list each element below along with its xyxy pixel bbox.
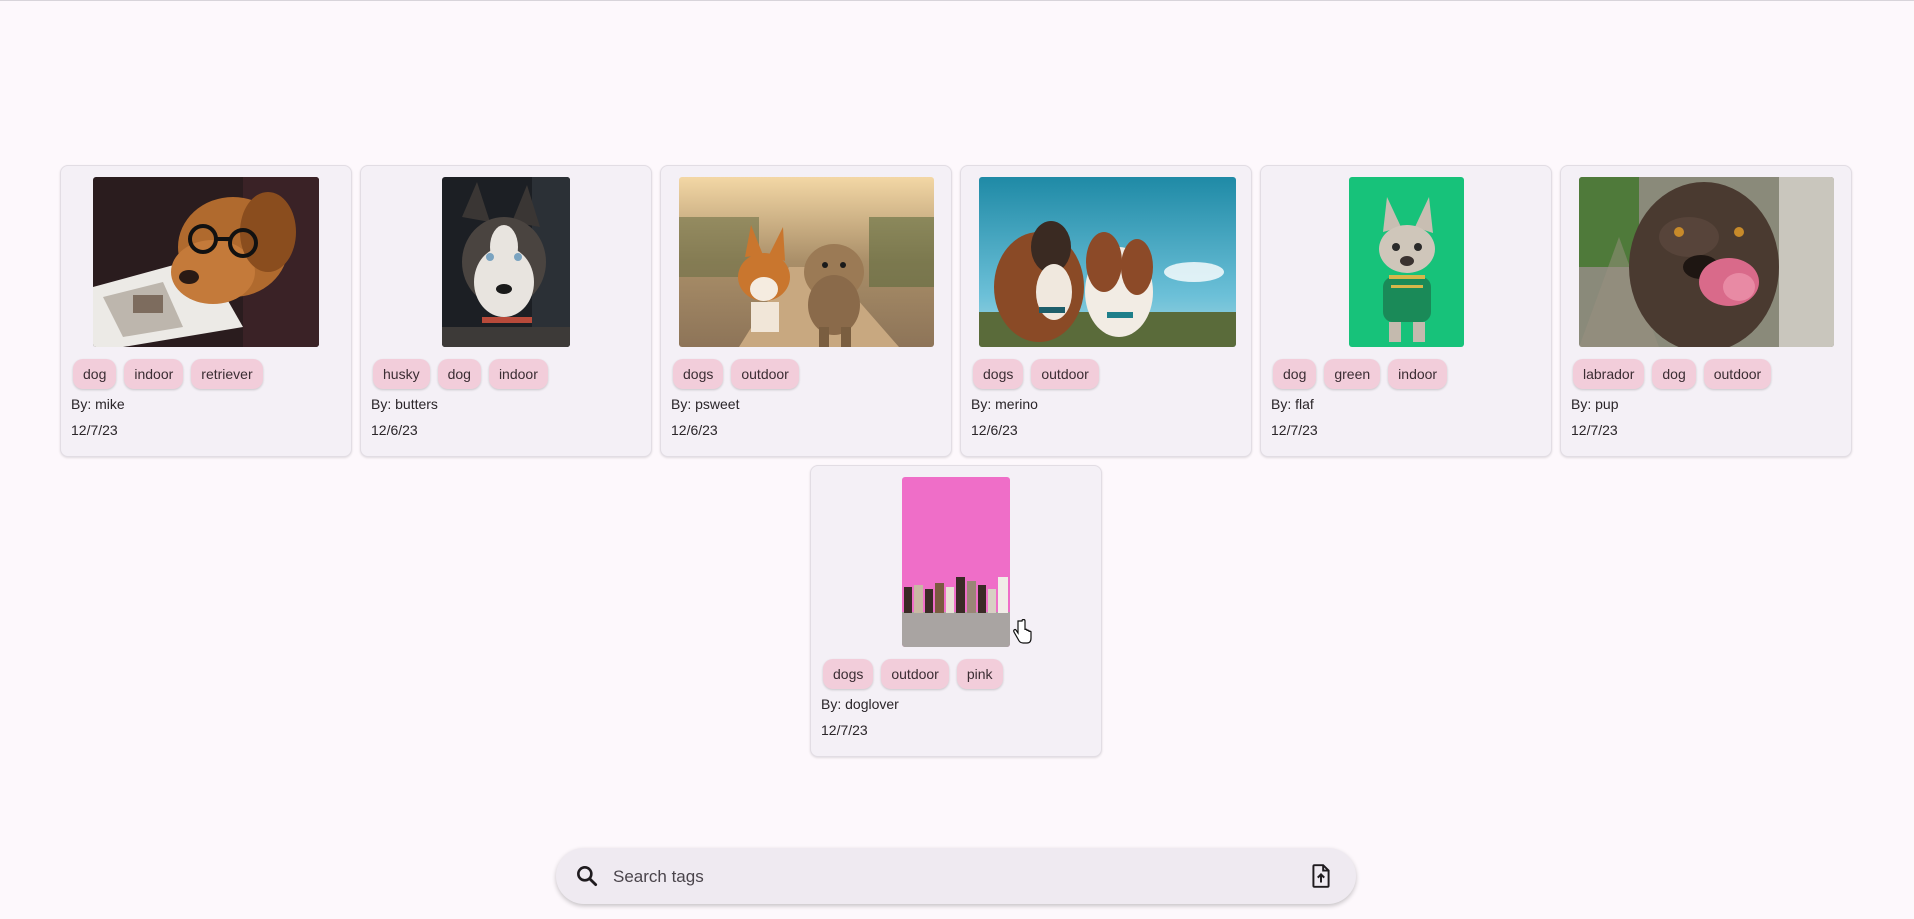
post-author: By: merino bbox=[971, 396, 1038, 412]
tag-chip[interactable]: dog bbox=[1652, 359, 1696, 389]
post-date: 12/6/23 bbox=[371, 422, 418, 438]
tag-list: dog green indoor bbox=[1273, 359, 1448, 389]
upload-file-icon[interactable] bbox=[1308, 863, 1334, 889]
post-author: By: flaf bbox=[1271, 396, 1314, 412]
tag-chip[interactable]: dogs bbox=[673, 359, 724, 389]
post-card[interactable]: labrador dog outdoor By: pup 12/7/23 bbox=[1560, 165, 1852, 457]
tag-chip[interactable]: dog bbox=[73, 359, 117, 389]
tag-chip[interactable]: outdoor bbox=[731, 359, 799, 389]
post-card[interactable]: dog indoor retriever By: mike 12/7/23 bbox=[60, 165, 352, 457]
tag-chip[interactable]: retriever bbox=[191, 359, 263, 389]
tag-chip[interactable]: indoor bbox=[488, 359, 548, 389]
post-card[interactable]: dogs outdoor pink By: doglover 12/7/23 bbox=[810, 465, 1102, 757]
post-image[interactable] bbox=[93, 177, 319, 347]
search-bar bbox=[556, 848, 1356, 904]
post-image[interactable] bbox=[1349, 177, 1464, 347]
top-divider bbox=[0, 0, 1914, 1]
post-image[interactable] bbox=[1579, 177, 1834, 347]
tag-list: labrador dog outdoor bbox=[1573, 359, 1772, 389]
post-image[interactable] bbox=[442, 177, 570, 347]
post-card[interactable]: dogs outdoor By: merino 12/6/23 bbox=[960, 165, 1252, 457]
post-card[interactable]: dogs outdoor By: psweet 12/6/23 bbox=[660, 165, 952, 457]
tag-list: dogs outdoor bbox=[673, 359, 799, 389]
post-author: By: pup bbox=[1571, 396, 1619, 412]
tag-chip[interactable]: indoor bbox=[124, 359, 184, 389]
tag-chip[interactable]: dogs bbox=[823, 659, 874, 689]
tag-chip[interactable]: indoor bbox=[1388, 359, 1448, 389]
post-date: 12/7/23 bbox=[1571, 422, 1618, 438]
post-author: By: mike bbox=[71, 396, 125, 412]
tag-list: dogs outdoor bbox=[973, 359, 1099, 389]
post-image[interactable] bbox=[679, 177, 934, 347]
tag-chip[interactable]: dogs bbox=[973, 359, 1024, 389]
hand-pointer-icon bbox=[1013, 619, 1032, 644]
search-icon[interactable] bbox=[574, 863, 600, 889]
post-date: 12/7/23 bbox=[821, 722, 868, 738]
post-author: By: doglover bbox=[821, 696, 899, 712]
search-input[interactable] bbox=[611, 860, 1275, 894]
tag-chip[interactable]: outdoor bbox=[1703, 359, 1772, 389]
post-date: 12/7/23 bbox=[1271, 422, 1318, 438]
tag-list: husky dog indoor bbox=[373, 359, 548, 389]
tag-chip[interactable]: dog bbox=[1273, 359, 1317, 389]
tag-chip[interactable]: husky bbox=[373, 359, 430, 389]
post-date: 12/6/23 bbox=[671, 422, 718, 438]
tag-list: dog indoor retriever bbox=[73, 359, 263, 389]
tag-chip[interactable]: pink bbox=[956, 659, 1003, 689]
post-card[interactable]: husky dog indoor By: butters 12/6/23 bbox=[360, 165, 652, 457]
tag-chip[interactable]: green bbox=[1324, 359, 1381, 389]
post-card[interactable]: dog green indoor By: flaf 12/7/23 bbox=[1260, 165, 1552, 457]
post-date: 12/7/23 bbox=[71, 422, 118, 438]
post-image[interactable] bbox=[979, 177, 1236, 347]
tag-list: dogs outdoor pink bbox=[823, 659, 1003, 689]
tag-chip[interactable]: outdoor bbox=[881, 659, 949, 689]
post-author: By: psweet bbox=[671, 396, 740, 412]
post-image[interactable] bbox=[902, 477, 1010, 647]
post-date: 12/6/23 bbox=[971, 422, 1018, 438]
tag-chip[interactable]: outdoor bbox=[1031, 359, 1099, 389]
tag-chip[interactable]: dog bbox=[437, 359, 481, 389]
post-author: By: butters bbox=[371, 396, 438, 412]
tag-chip[interactable]: labrador bbox=[1573, 359, 1645, 389]
